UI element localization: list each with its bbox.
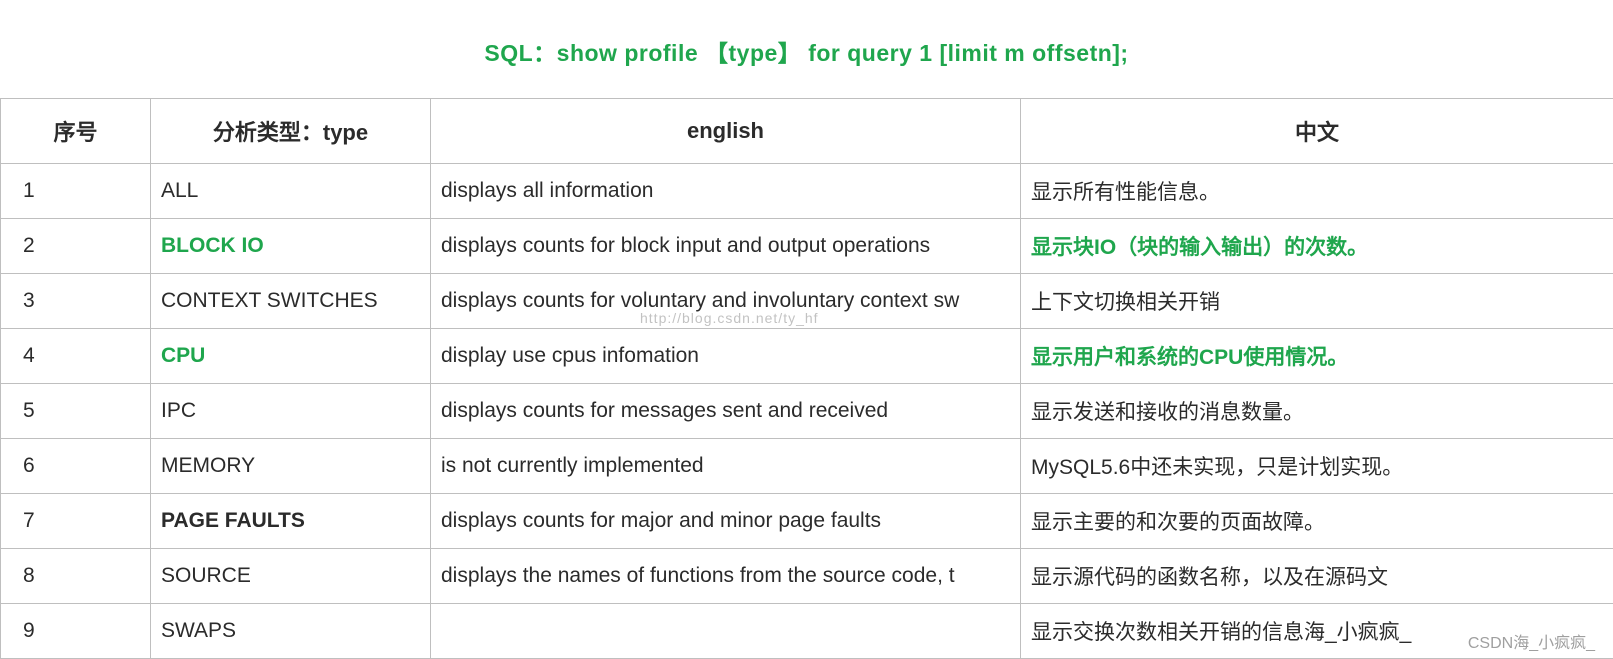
cell-seq: 6 bbox=[1, 439, 151, 494]
cell-chinese: 上下文切换相关开销 bbox=[1021, 274, 1613, 329]
cell-chinese: MySQL5.6中还未实现，只是计划实现。 bbox=[1021, 439, 1613, 494]
table-row: 7PAGE FAULTSdisplays counts for major an… bbox=[1, 494, 1613, 549]
cell-type: CONTEXT SWITCHES bbox=[151, 274, 431, 329]
table-row: 3CONTEXT SWITCHESdisplays counts for vol… bbox=[1, 274, 1613, 329]
table-row: 5IPCdisplays counts for messages sent an… bbox=[1, 384, 1613, 439]
table-row: 9SWAPS 显示交换次数相关开销的信息海_小疯疯_ bbox=[1, 604, 1613, 659]
cell-english: displays the names of functions from the… bbox=[431, 549, 1021, 604]
col-header-english: english bbox=[431, 99, 1021, 164]
cell-english: display use cpus infomation bbox=[431, 329, 1021, 384]
cell-seq: 7 bbox=[1, 494, 151, 549]
cell-seq: 9 bbox=[1, 604, 151, 659]
col-header-type: 分析类型：type bbox=[151, 99, 431, 164]
cell-chinese: 显示主要的和次要的页面故障。 bbox=[1021, 494, 1613, 549]
page-title: SQL：show profile 【type】 for query 1 [lim… bbox=[0, 0, 1613, 98]
cell-type: IPC bbox=[151, 384, 431, 439]
cell-seq: 4 bbox=[1, 329, 151, 384]
cell-english: is not currently implemented bbox=[431, 439, 1021, 494]
cell-english: displays counts for messages sent and re… bbox=[431, 384, 1021, 439]
cell-seq: 2 bbox=[1, 219, 151, 274]
table-row: 6MEMORYis not currently implementedMySQL… bbox=[1, 439, 1613, 494]
cell-type: MEMORY bbox=[151, 439, 431, 494]
cell-chinese: 显示发送和接收的消息数量。 bbox=[1021, 384, 1613, 439]
cell-chinese: 显示交换次数相关开销的信息海_小疯疯_ bbox=[1021, 604, 1613, 659]
cell-seq: 3 bbox=[1, 274, 151, 329]
table-row: 8SOURCEdisplays the names of functions f… bbox=[1, 549, 1613, 604]
cell-type: SWAPS bbox=[151, 604, 431, 659]
cell-chinese: 显示块IO（块的输入输出）的次数。 bbox=[1021, 219, 1613, 274]
cell-english: displays all information bbox=[431, 164, 1021, 219]
table-header-row: 序号 分析类型：type english 中文 bbox=[1, 99, 1613, 164]
cell-type: CPU bbox=[151, 329, 431, 384]
cell-english bbox=[431, 604, 1021, 659]
profile-type-table: 序号 分析类型：type english 中文 1ALLdisplays all… bbox=[0, 98, 1613, 659]
col-header-seq: 序号 bbox=[1, 99, 151, 164]
table-row: 4CPUdisplay use cpus infomation显示用户和系统的C… bbox=[1, 329, 1613, 384]
cell-type: PAGE FAULTS bbox=[151, 494, 431, 549]
table-row: 1ALLdisplays all information显示所有性能信息。 bbox=[1, 164, 1613, 219]
cell-seq: 1 bbox=[1, 164, 151, 219]
table-row: 2BLOCK IOdisplays counts for block input… bbox=[1, 219, 1613, 274]
col-header-chinese: 中文 bbox=[1021, 99, 1613, 164]
cell-english: displays counts for block input and outp… bbox=[431, 219, 1021, 274]
cell-chinese: 显示用户和系统的CPU使用情况。 bbox=[1021, 329, 1613, 384]
cell-chinese: 显示源代码的函数名称，以及在源码文 bbox=[1021, 549, 1613, 604]
cell-english: displays counts for major and minor page… bbox=[431, 494, 1021, 549]
cell-seq: 8 bbox=[1, 549, 151, 604]
cell-type: BLOCK IO bbox=[151, 219, 431, 274]
cell-type: SOURCE bbox=[151, 549, 431, 604]
cell-type: ALL bbox=[151, 164, 431, 219]
cell-english: displays counts for voluntary and involu… bbox=[431, 274, 1021, 329]
cell-seq: 5 bbox=[1, 384, 151, 439]
cell-chinese: 显示所有性能信息。 bbox=[1021, 164, 1613, 219]
